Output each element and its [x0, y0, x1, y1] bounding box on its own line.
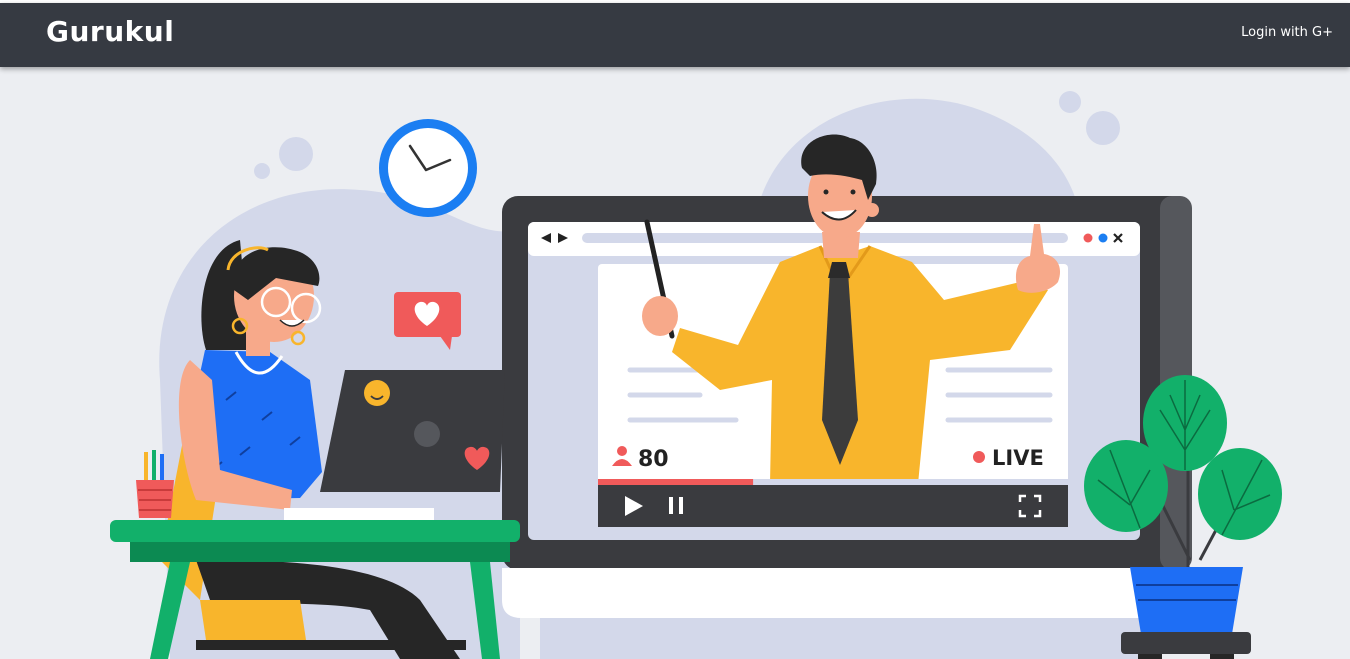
- viewer-icon: [617, 446, 627, 456]
- viewer-count-text: 80: [638, 447, 669, 472]
- progress-fill: [598, 479, 754, 485]
- smiley-sticker-icon: [364, 380, 390, 406]
- clock-icon: [379, 119, 477, 217]
- live-label: LIVE: [992, 446, 1044, 470]
- live-dot-icon: [973, 451, 985, 463]
- hero-illustration: 80 LIVE: [0, 67, 1350, 659]
- video-controls: [598, 485, 1068, 527]
- navbar: Gurukul Login with G+: [0, 3, 1350, 67]
- login-with-google-button[interactable]: Login with G+: [1241, 25, 1333, 40]
- brand-logo[interactable]: Gurukul: [46, 15, 174, 48]
- video-progress-bar[interactable]: [598, 479, 1068, 485]
